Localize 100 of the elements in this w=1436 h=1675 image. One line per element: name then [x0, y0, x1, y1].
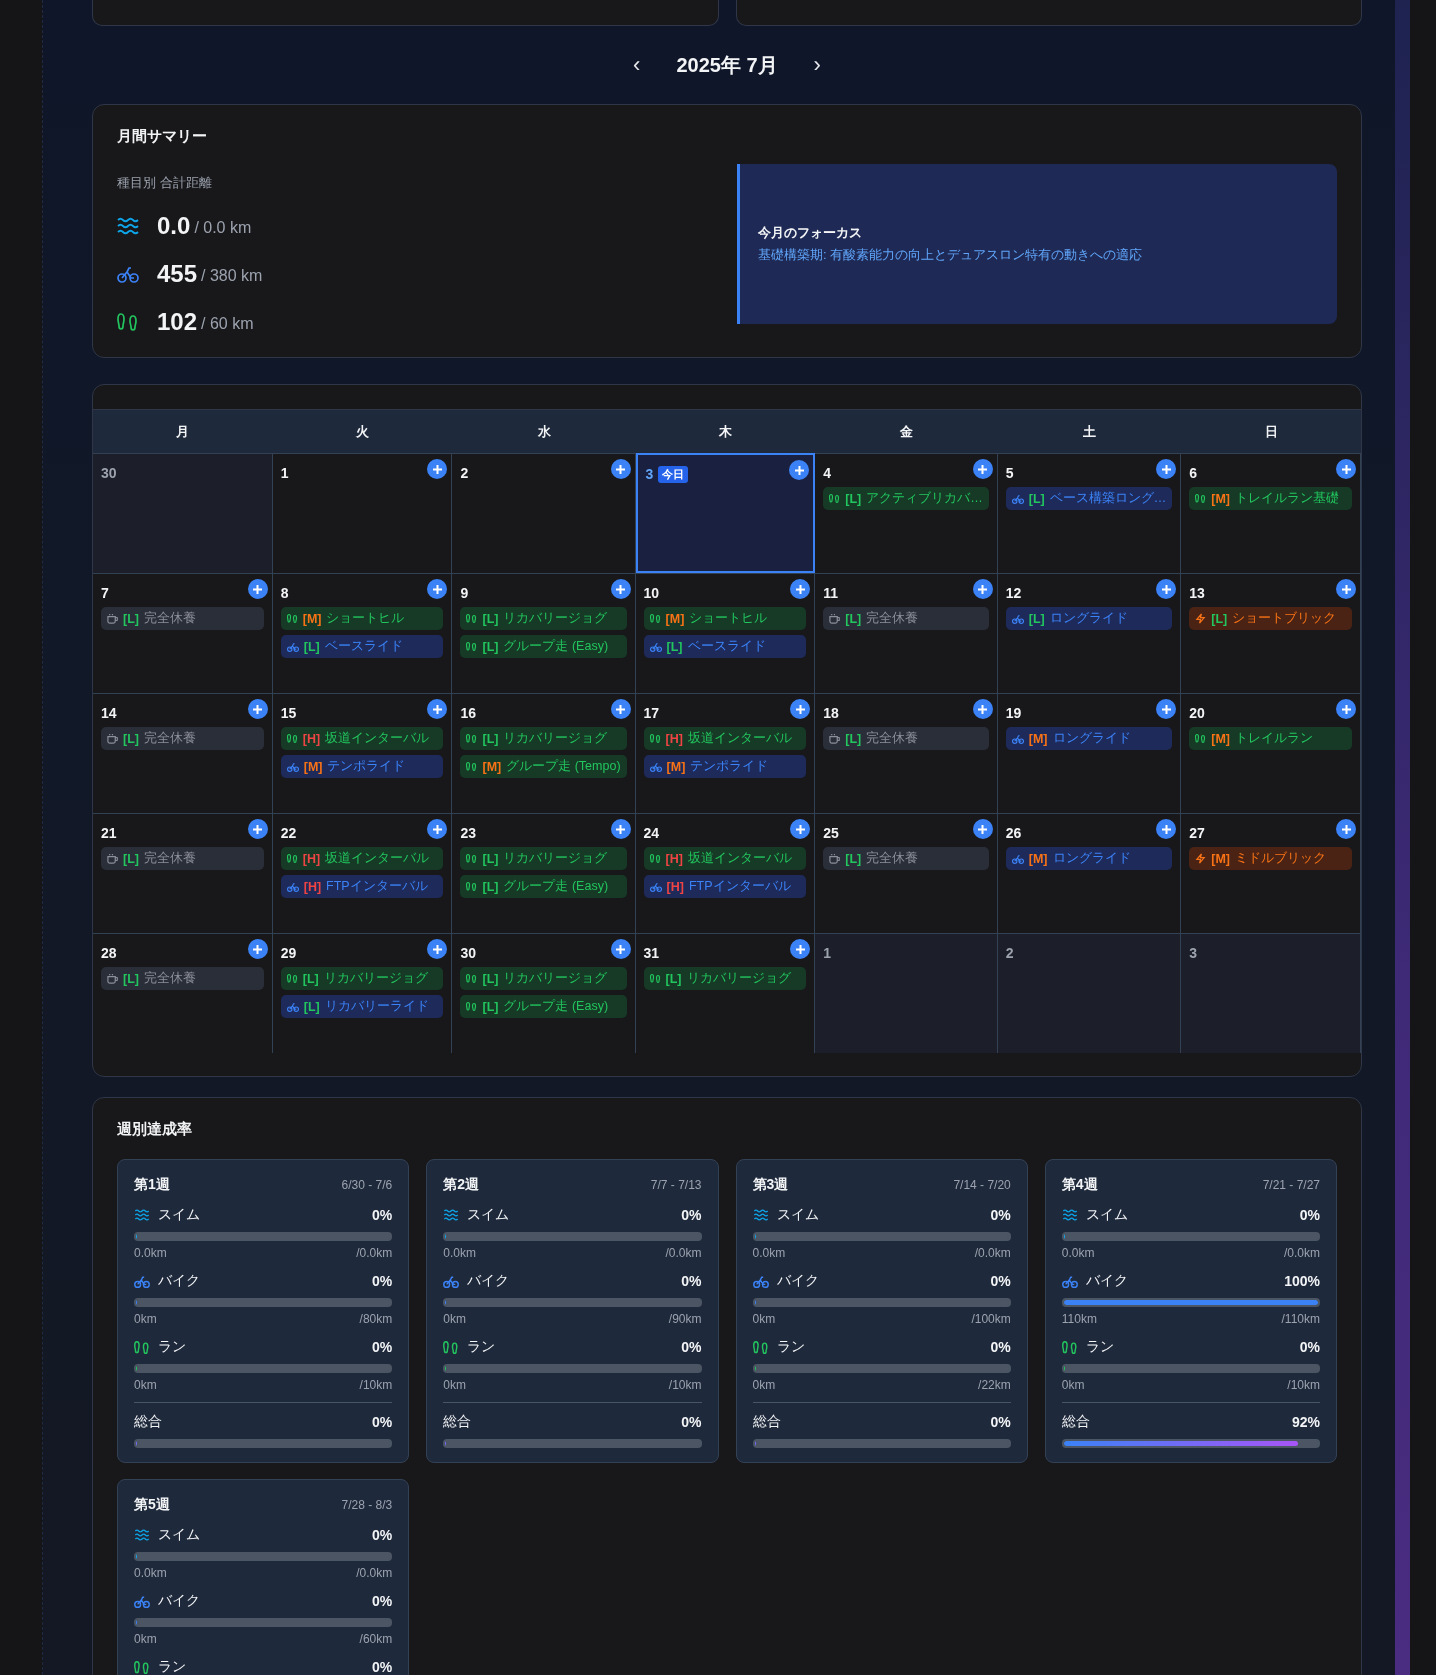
workout-chip[interactable]: [L] 完全休養	[101, 607, 264, 630]
day-cell[interactable]: 7 [L] 完全休養	[93, 573, 273, 693]
workout-chip[interactable]: [L] グループ走 (Easy)	[460, 635, 627, 658]
day-cell[interactable]: 15 [H] 坂道インターバル [M] テンポライド	[272, 693, 453, 813]
add-button[interactable]	[790, 699, 811, 719]
workout-chip[interactable]: [M] トレイルラン	[1189, 727, 1352, 750]
workout-chip[interactable]: [H] 坂道インターバル	[643, 727, 807, 750]
workout-chip[interactable]: [M] テンポライド	[280, 755, 444, 778]
day-cell[interactable]: 14 [L] 完全休養	[93, 693, 273, 813]
add-button[interactable]	[972, 579, 993, 599]
add-button[interactable]	[247, 699, 268, 719]
workout-chip[interactable]: [M] ロングライド	[1005, 847, 1173, 870]
day-cell[interactable]: 9 [L] リカバリージョグ [L] グループ走 (Easy)	[452, 573, 636, 693]
workout-chip[interactable]: [L] ベース構築ロング…	[1005, 487, 1173, 510]
workout-chip[interactable]: [L] リカバリージョグ	[460, 727, 627, 750]
day-cell[interactable]: 6 [M] トレイルラン基礎	[1181, 453, 1361, 573]
workout-chip[interactable]: [H] 坂道インターバル	[280, 847, 444, 870]
day-cell[interactable]: 30 [L] リカバリージョグ [L] グループ走 (Easy)	[452, 933, 636, 1053]
add-button[interactable]	[790, 579, 811, 599]
add-button[interactable]	[1156, 819, 1177, 839]
workout-chip[interactable]: [M] ショートヒル	[280, 607, 444, 630]
day-cell[interactable]: 27 [M] ミドルブリック	[1181, 813, 1361, 933]
day-cell[interactable]: 11 [L] 完全休養	[815, 573, 998, 693]
workout-chip[interactable]: [L] グループ走 (Easy)	[460, 875, 627, 898]
add-button[interactable]	[247, 939, 268, 959]
day-cell[interactable]: 18 [L] 完全休養	[815, 693, 998, 813]
day-cell[interactable]: 22 [H] 坂道インターバル [H] FTPインターバル	[272, 813, 453, 933]
add-button[interactable]	[1156, 459, 1177, 479]
add-button[interactable]	[790, 939, 811, 959]
add-button[interactable]	[1156, 699, 1177, 719]
workout-chip[interactable]: [M] テンポライド	[643, 755, 807, 778]
day-cell[interactable]: 1	[272, 453, 453, 573]
day-cell[interactable]: 19 [M] ロングライド	[997, 693, 1182, 813]
day-cell[interactable]: 2	[997, 933, 1182, 1053]
workout-chip[interactable]: [L] 完全休養	[823, 607, 989, 630]
workout-chip[interactable]: [H] FTPインターバル	[643, 875, 807, 898]
next-month-button[interactable]: ›	[807, 52, 827, 78]
workout-chip[interactable]: [L] リカバリーライド	[280, 995, 444, 1018]
day-cell[interactable]: 28 [L] 完全休養	[93, 933, 273, 1053]
workout-chip[interactable]: [M] ロングライド	[1005, 727, 1173, 750]
workout-chip[interactable]: [L] 完全休養	[823, 727, 989, 750]
day-cell[interactable]: 29 [L] リカバリージョグ [L] リカバリーライド	[272, 933, 453, 1053]
day-cell[interactable]: 1	[815, 933, 998, 1053]
add-button[interactable]	[610, 579, 631, 599]
day-cell[interactable]: 30	[93, 453, 273, 573]
add-button[interactable]	[790, 819, 811, 839]
add-button[interactable]	[247, 579, 268, 599]
add-button[interactable]	[1336, 819, 1356, 839]
day-cell[interactable]: 10 [M] ショートヒル [L] ベースライド	[635, 573, 816, 693]
day-cell[interactable]: 13 [L] ショートブリック	[1181, 573, 1361, 693]
workout-chip[interactable]: [L] アクティブリカバ…	[823, 487, 989, 510]
add-button[interactable]	[1336, 699, 1356, 719]
workout-chip[interactable]: [M] ショートヒル	[643, 607, 807, 630]
day-cell[interactable]: 4 [L] アクティブリカバ…	[815, 453, 998, 573]
day-cell[interactable]: 21 [L] 完全休養	[93, 813, 273, 933]
add-button[interactable]	[610, 819, 631, 839]
workout-chip[interactable]: [L] ベースライド	[643, 635, 807, 658]
day-cell[interactable]: 31 [L] リカバリージョグ	[635, 933, 816, 1053]
day-cell[interactable]: 17 [H] 坂道インターバル [M] テンポライド	[635, 693, 816, 813]
workout-chip[interactable]: [L] 完全休養	[101, 727, 264, 750]
workout-chip[interactable]: [L] ロングライド	[1005, 607, 1173, 630]
day-cell[interactable]: 16 [L] リカバリージョグ [M] グループ走 (Tempo)	[452, 693, 636, 813]
add-button[interactable]	[972, 699, 993, 719]
add-button[interactable]	[427, 459, 448, 479]
add-button[interactable]	[1336, 579, 1356, 599]
add-button[interactable]	[610, 459, 631, 479]
add-button[interactable]	[427, 579, 448, 599]
add-button[interactable]	[427, 939, 448, 959]
workout-chip[interactable]: [L] リカバリージョグ	[460, 607, 627, 630]
day-cell[interactable]: 8 [M] ショートヒル [L] ベースライド	[272, 573, 453, 693]
add-button[interactable]	[972, 819, 993, 839]
workout-chip[interactable]: [M] トレイルラン基礎	[1189, 487, 1352, 510]
day-cell[interactable]: 24 [H] 坂道インターバル [H] FTPインターバル	[635, 813, 816, 933]
day-cell[interactable]: 3 今日	[635, 453, 816, 573]
workout-chip[interactable]: [L] リカバリージョグ	[460, 967, 627, 990]
workout-chip[interactable]: [H] 坂道インターバル	[643, 847, 807, 870]
add-button[interactable]	[789, 460, 810, 480]
add-button[interactable]	[972, 459, 993, 479]
previous-month-button[interactable]: ‹	[627, 52, 647, 78]
day-cell[interactable]: 23 [L] リカバリージョグ [L] グループ走 (Easy)	[452, 813, 636, 933]
workout-chip[interactable]: [M] ミドルブリック	[1189, 847, 1352, 870]
workout-chip[interactable]: [L] リカバリージョグ	[280, 967, 444, 990]
workout-chip[interactable]: [L] ショートブリック	[1189, 607, 1352, 630]
add-button[interactable]	[610, 939, 631, 959]
workout-chip[interactable]: [L] 完全休養	[101, 967, 264, 990]
day-cell[interactable]: 25 [L] 完全休養	[815, 813, 998, 933]
workout-chip[interactable]: [M] グループ走 (Tempo)	[460, 755, 627, 778]
add-button[interactable]	[1156, 579, 1177, 599]
add-button[interactable]	[247, 819, 268, 839]
workout-chip[interactable]: [L] ベースライド	[280, 635, 444, 658]
add-button[interactable]	[1336, 459, 1356, 479]
day-cell[interactable]: 2	[452, 453, 636, 573]
workout-chip[interactable]: [L] 完全休養	[101, 847, 264, 870]
day-cell[interactable]: 3	[1181, 933, 1361, 1053]
day-cell[interactable]: 20 [M] トレイルラン	[1181, 693, 1361, 813]
workout-chip[interactable]: [L] リカバリージョグ	[643, 967, 807, 990]
add-button[interactable]	[427, 699, 448, 719]
day-cell[interactable]: 26 [M] ロングライド	[997, 813, 1182, 933]
day-cell[interactable]: 12 [L] ロングライド	[997, 573, 1182, 693]
workout-chip[interactable]: [H] FTPインターバル	[280, 875, 444, 898]
